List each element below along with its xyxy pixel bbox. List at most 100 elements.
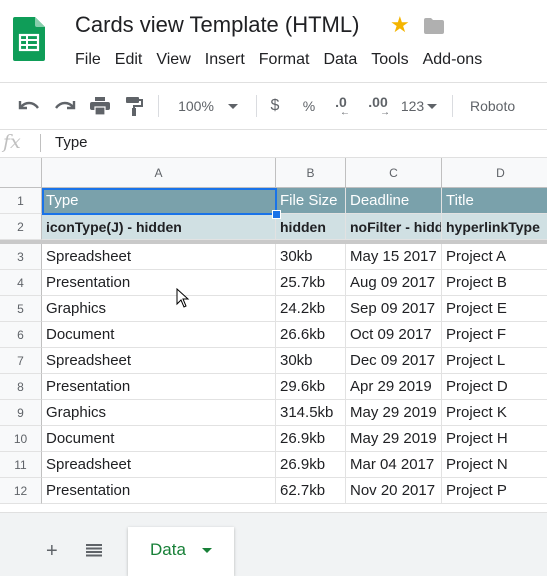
cell-d10[interactable]: Project H (442, 426, 547, 452)
menu-tools[interactable]: Tools (364, 49, 415, 73)
cell-c6[interactable]: Oct 09 2017 (346, 322, 442, 348)
cell-b12[interactable]: 62.7kb (276, 478, 346, 504)
cell-a3[interactable]: Spreadsheet (42, 244, 276, 270)
cell-b7[interactable]: 30kb (276, 348, 346, 374)
row-header[interactable]: 9 (0, 400, 42, 426)
cell-b8[interactable]: 29.6kb (276, 374, 346, 400)
menu-add-ons[interactable]: Add-ons (416, 49, 490, 73)
cell-d11[interactable]: Project N (442, 452, 547, 478)
more-formats-select[interactable]: 123 (396, 83, 442, 129)
row-header[interactable]: 4 (0, 270, 42, 296)
menu-data[interactable]: Data (316, 49, 364, 73)
cell-a11[interactable]: Spreadsheet (42, 452, 276, 478)
cell-a12[interactable]: Presentation (42, 478, 276, 504)
spreadsheet-grid[interactable]: ABCD 1 Type File Size Deadline Title 2 iconTyp… (0, 158, 547, 512)
cell-d7[interactable]: Project L (442, 348, 547, 374)
row-header[interactable]: 5 (0, 296, 42, 322)
row-header[interactable]: 3 (0, 244, 42, 270)
row-header[interactable]: 6 (0, 322, 42, 348)
cell-c4[interactable]: Aug 09 2017 (346, 270, 442, 296)
row-header[interactable]: 8 (0, 374, 42, 400)
cell-a7[interactable]: Spreadsheet (42, 348, 276, 374)
cell-c9[interactable]: May 29 2019 (346, 400, 442, 426)
cell-a4[interactable]: Presentation (42, 270, 276, 296)
cell-a9[interactable]: Graphics (42, 400, 276, 426)
cell-b9[interactable]: 314.5kb (276, 400, 346, 426)
cell-c12[interactable]: Nov 20 2017 (346, 478, 442, 504)
cell-c3[interactable]: May 15 2017 (346, 244, 442, 270)
menu-insert[interactable]: Insert (198, 49, 252, 73)
cell-b10[interactable]: 26.9kb (276, 426, 346, 452)
all-sheets-menu-icon[interactable] (86, 544, 102, 557)
cell-b5[interactable]: 24.2kb (276, 296, 346, 322)
zoom-select[interactable]: 100% (168, 83, 248, 129)
percent-button[interactable]: % (296, 83, 322, 129)
cell-c1[interactable]: Deadline (346, 188, 442, 214)
column-header-a[interactable]: A (42, 158, 276, 188)
chevron-down-icon[interactable] (202, 548, 212, 553)
cell-b1[interactable]: File Size (276, 188, 346, 214)
increase-decimal-button[interactable]: .00 → (362, 83, 394, 129)
add-sheet-button[interactable]: + (46, 540, 58, 563)
cell-c2[interactable]: noFilter - hidden (346, 214, 442, 240)
cell-b3[interactable]: 30kb (276, 244, 346, 270)
star-icon[interactable]: ★ (390, 14, 410, 36)
cell-d4[interactable]: Project B (442, 270, 547, 296)
document-title[interactable]: Cards view Template (HTML) (75, 12, 359, 38)
decrease-decimal-label: .0 (335, 93, 347, 110)
folder-icon[interactable] (424, 18, 444, 34)
cell-d8[interactable]: Project D (442, 374, 547, 400)
currency-button[interactable]: $ (262, 83, 288, 129)
cell-b6[interactable]: 26.6kb (276, 322, 346, 348)
cell-b11[interactable]: 26.9kb (276, 452, 346, 478)
cell-d2[interactable]: hyperlinkType (442, 214, 547, 240)
cell-c7[interactable]: Dec 09 2017 (346, 348, 442, 374)
cell-a8[interactable]: Presentation (42, 374, 276, 400)
undo-icon[interactable] (14, 83, 44, 129)
cell-c5[interactable]: Sep 09 2017 (346, 296, 442, 322)
column-header-d[interactable]: D (442, 158, 547, 188)
redo-icon[interactable] (50, 83, 80, 129)
cell-d9[interactable]: Project K (442, 400, 547, 426)
cell-d1[interactable]: Title (442, 188, 547, 214)
row-header[interactable]: 2 (0, 214, 42, 240)
column-header-c[interactable]: C (346, 158, 442, 188)
cell-a10[interactable]: Document (42, 426, 276, 452)
cell-d12[interactable]: Project P (442, 478, 547, 504)
fill-handle[interactable] (272, 210, 281, 219)
toolbar-divider (158, 95, 159, 117)
cell-a6[interactable]: Document (42, 322, 276, 348)
cell-d6[interactable]: Project F (442, 322, 547, 348)
column-header-b[interactable]: B (276, 158, 346, 188)
select-all-corner[interactable] (0, 158, 42, 188)
menu-edit[interactable]: Edit (108, 49, 150, 73)
font-select[interactable]: Roboto (462, 83, 528, 129)
menu-file[interactable]: File (68, 49, 108, 73)
cell-a2[interactable]: iconType(J) - hidden (42, 214, 276, 240)
mouse-pointer-icon (176, 288, 190, 308)
menu-format[interactable]: Format (252, 49, 317, 73)
paint-format-icon[interactable] (120, 83, 148, 129)
row-header[interactable]: 1 (0, 188, 42, 214)
menu-view[interactable]: View (149, 49, 197, 73)
freeze-divider[interactable] (0, 240, 547, 244)
cell-c8[interactable]: Apr 29 2019 (346, 374, 442, 400)
sheet-tab-data[interactable]: Data (128, 527, 234, 576)
cell-c10[interactable]: May 29 2019 (346, 426, 442, 452)
cell-b2[interactable]: hidden (276, 214, 346, 240)
sheets-logo-icon[interactable] (13, 17, 45, 61)
formula-input[interactable]: Type (55, 134, 88, 151)
cell-b4[interactable]: 25.7kb (276, 270, 346, 296)
cell-d5[interactable]: Project E (442, 296, 547, 322)
cell-d3[interactable]: Project A (442, 244, 547, 270)
cell-a5[interactable]: Graphics (42, 296, 276, 322)
row-header[interactable]: 12 (0, 478, 42, 504)
fx-icon: fx (3, 131, 21, 153)
cell-c11[interactable]: Mar 04 2017 (346, 452, 442, 478)
print-icon[interactable] (86, 83, 114, 129)
row-header[interactable]: 10 (0, 426, 42, 452)
row-header[interactable]: 11 (0, 452, 42, 478)
cell-a1[interactable]: Type (42, 188, 276, 214)
row-header[interactable]: 7 (0, 348, 42, 374)
decrease-decimal-button[interactable]: .0 ← (328, 83, 354, 129)
